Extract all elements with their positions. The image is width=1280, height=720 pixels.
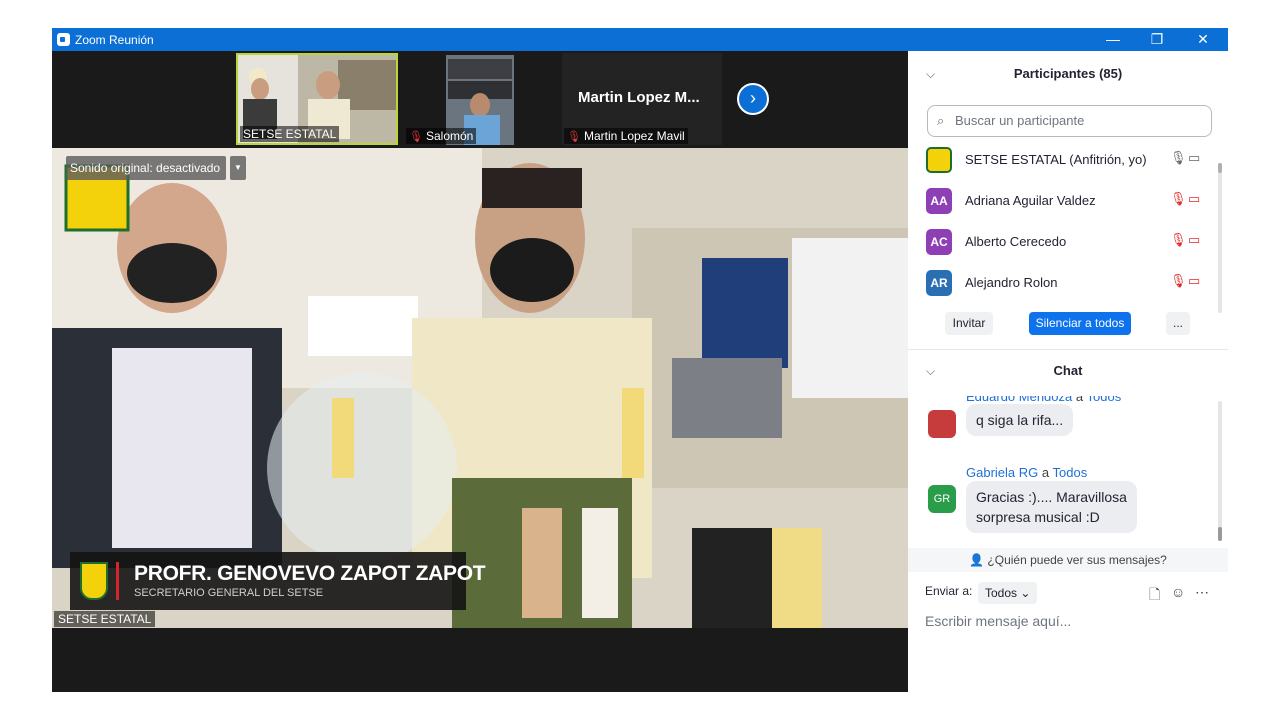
chevron-right-icon: ›: [750, 88, 756, 108]
avatar: AA: [926, 188, 952, 214]
camera-off-icon[interactable]: ▭: [1188, 232, 1200, 248]
chat-messages: Eduardo Mendoza a Todos q siga la rifa..…: [908, 396, 1228, 546]
thumbnail-strip: SETSE ESTATAL 🎙 Salomón Martin Lopez M...…: [52, 51, 908, 147]
main-video: Sonido original: desactivado ▼ PROFR. GE…: [52, 148, 908, 628]
sidebar: ⌵ Participantes (85) ⌕ Buscar un partici…: [908, 51, 1228, 692]
chat-header[interactable]: ⌵ Chat: [908, 356, 1228, 386]
chat-message-input[interactable]: Escribir mensaje aquí...: [925, 613, 1071, 629]
file-icon[interactable]: 🗋: [1149, 584, 1160, 608]
speaker-lower-third: PROFR. GENOVEVO ZAPOT ZAPOT SECRETARIO G…: [70, 552, 486, 610]
chat-message: q siga la rifa...: [966, 404, 1074, 436]
mic-muted-icon: 🎙: [567, 131, 581, 143]
thumbnail-salomon[interactable]: 🎙 Salomón: [404, 53, 514, 145]
chevron-down-icon[interactable]: ⌵: [926, 356, 935, 386]
scrollbar-thumb[interactable]: [1218, 163, 1222, 173]
participant-row[interactable]: AA Adriana Aguilar Valdez 🎙 ▭: [926, 180, 1216, 220]
participants-title: Participantes (85): [1013, 66, 1123, 81]
participant-display-name: Martin Lopez M...: [578, 89, 700, 106]
avatar: AC: [926, 229, 952, 255]
title-bar: Zoom Reunión — ❐ ✕: [52, 28, 1228, 51]
chat-sender: Gabriela RG a Todos: [966, 465, 1088, 480]
thumbnail-martin[interactable]: Martin Lopez M... 🎙 Martin Lopez Mavil: [562, 53, 722, 145]
chat-message: Gracias :).... Maravillosa sorpresa musi…: [966, 481, 1137, 533]
thumbnail-label: 🎙 Salomón: [406, 128, 477, 144]
chevron-down-icon: ⌄: [1020, 586, 1031, 600]
participants-header[interactable]: ⌵ Participantes (85): [908, 59, 1228, 89]
invite-button[interactable]: Invitar: [945, 312, 993, 335]
chevron-down-icon[interactable]: ▼: [230, 156, 246, 180]
thumbnail-label: 🎙 Martin Lopez Mavil: [564, 128, 688, 144]
next-page-button[interactable]: ›: [737, 83, 769, 115]
section-divider: [908, 349, 1228, 350]
search-icon: ⌕: [937, 113, 945, 128]
participant-row[interactable]: AC Alberto Cerecedo 🎙 ▭: [926, 221, 1216, 261]
search-placeholder: Buscar un participante: [955, 113, 1085, 128]
participant-search-input[interactable]: ⌕ Buscar un participante: [927, 105, 1212, 137]
participant-name: SETSE ESTATAL (Anfitrión, yo): [965, 152, 1147, 167]
send-to-select[interactable]: Todos ⌄: [978, 582, 1038, 604]
camera-icon[interactable]: ▭: [1188, 150, 1200, 166]
scrollbar-thumb[interactable]: [1218, 527, 1222, 541]
divider-bar: [116, 562, 119, 600]
mic-muted-icon[interactable]: 🎙: [1170, 232, 1187, 248]
chat-sender: Eduardo Mendoza a Todos: [966, 396, 1122, 404]
camera-off-icon[interactable]: ▭: [1188, 273, 1200, 289]
send-to-label: Enviar a:: [925, 584, 973, 598]
window-title: Zoom Reunión: [75, 33, 154, 47]
participant-row[interactable]: AR Alejandro Rolon 🎙 ▭: [926, 262, 1216, 302]
thumbnail-label: SETSE ESTATAL: [240, 126, 340, 142]
chevron-down-icon[interactable]: ⌵: [926, 59, 935, 89]
chat-title: Chat: [1053, 363, 1083, 378]
active-speaker-label: SETSE ESTATAL: [54, 611, 156, 627]
microphone-icon[interactable]: 🎙: [1170, 150, 1187, 166]
more-icon[interactable]: ⋯: [1195, 584, 1209, 601]
avatar: [928, 410, 956, 438]
avatar: AR: [926, 270, 952, 296]
mic-muted-icon: 🎙: [409, 131, 423, 143]
avatar: GR: [928, 485, 956, 513]
who-can-see-link[interactable]: 👤 ¿Quién puede ver sus mensajes?: [908, 548, 1228, 572]
original-sound-toggle[interactable]: Sonido original: desactivado: [66, 156, 227, 180]
person-icon: 👤: [969, 553, 985, 567]
mic-muted-icon[interactable]: 🎙: [1170, 191, 1187, 207]
mic-muted-icon[interactable]: 🎙: [1170, 273, 1187, 289]
video-area: SETSE ESTATAL 🎙 Salomón Martin Lopez M...…: [52, 51, 908, 692]
restore-button[interactable]: ❐: [1134, 28, 1180, 51]
participant-name: Alejandro Rolon: [965, 275, 1058, 290]
participant-row[interactable]: SETSE ESTATAL (Anfitrión, yo) 🎙 ▭: [926, 139, 1216, 179]
minimize-button[interactable]: —: [1090, 28, 1136, 51]
speaker-name: PROFR. GENOVEVO ZAPOT ZAPOT: [134, 562, 486, 585]
zoom-app-icon: [57, 33, 70, 46]
participant-name: Adriana Aguilar Valdez: [965, 193, 1096, 208]
speaker-role: SECRETARIO GENERAL DEL SETSE: [134, 587, 324, 599]
camera-off-icon[interactable]: ▭: [1188, 191, 1200, 207]
emoji-icon[interactable]: ☺: [1171, 584, 1185, 600]
zoom-window: Zoom Reunión — ❐ ✕ SETSE ESTATAL 🎙 Salom…: [52, 28, 1228, 692]
participants-scrollbar[interactable]: [1218, 163, 1222, 313]
thumbnail-setse[interactable]: SETSE ESTATAL: [236, 53, 398, 145]
mute-all-button[interactable]: Silenciar a todos: [1029, 312, 1131, 335]
more-options-button[interactable]: ...: [1166, 312, 1190, 335]
close-button[interactable]: ✕: [1180, 28, 1226, 51]
participant-name: Alberto Cerecedo: [965, 234, 1067, 249]
avatar: [926, 147, 952, 173]
setse-logo: [80, 562, 108, 600]
chat-scrollbar[interactable]: [1218, 401, 1222, 541]
